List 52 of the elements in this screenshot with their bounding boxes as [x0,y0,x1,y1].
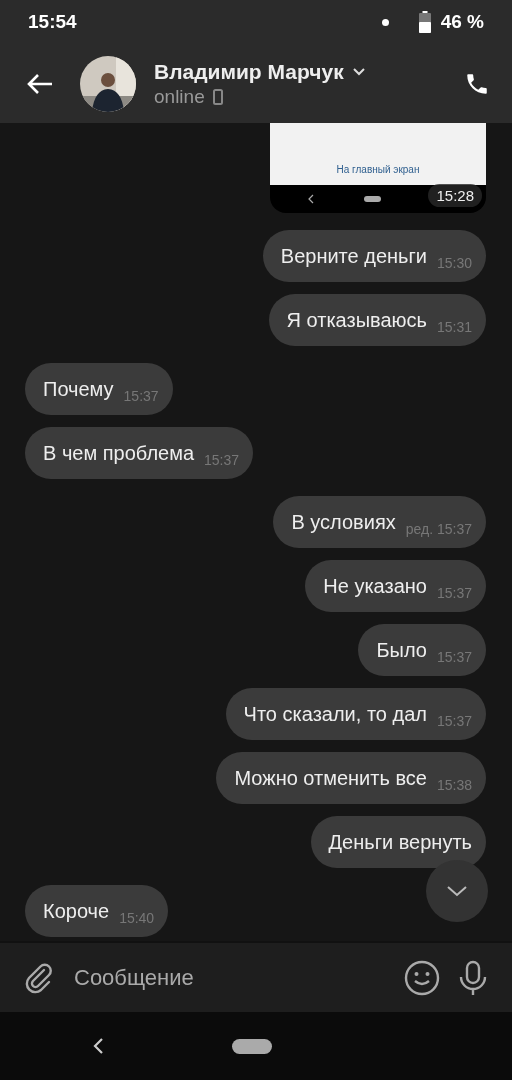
message-time: 15:31 [436,319,472,335]
chevron-down-icon [445,884,469,898]
message-time: 15:37 [436,713,472,729]
outgoing-message[interactable]: Было 15:37 [358,624,486,676]
incoming-message[interactable]: Почему 15:37 [25,363,173,415]
outgoing-message[interactable]: Что сказали, то дал 15:37 [225,688,486,740]
outgoing-message[interactable]: В условиях ред. 15:37 [273,496,486,548]
message-text: Можно отменить все [234,766,427,790]
outgoing-message[interactable]: Можно отменить все 15:38 [216,752,486,804]
outgoing-message[interactable]: Не указано 15:37 [305,560,486,612]
status-time: 15:54 [28,11,77,33]
attach-icon[interactable] [24,961,54,994]
message-time: ред. 15:37 [405,521,472,537]
message-time: 15:28 [428,184,482,207]
contact-name[interactable]: Владимир Марчук [154,59,344,84]
screenshot-button-text: На главный экран [336,164,420,175]
outgoing-message[interactable]: Верните деньги 15:30 [262,230,486,282]
back-arrow-icon[interactable] [26,71,54,96]
message-text: Короче [43,899,110,923]
message-time: 15:37 [436,649,472,665]
message-text: Верните деньги [280,244,427,268]
phone-device-icon [212,88,223,105]
incoming-message[interactable]: Короче 15:40 [25,885,169,937]
message-time: 15:37 [204,452,240,468]
message-time: 15:40 [119,910,155,926]
message-text: Не указано [323,574,427,598]
screenshot-message[interactable]: На главный экран 15:28 [270,123,486,213]
notification-dot-icon [381,18,389,26]
microphone-icon[interactable] [458,959,488,996]
presence-status: online [154,85,205,108]
message-text: Деньги вернуть [328,830,472,854]
battery-percent: 46 % [440,11,484,33]
battery-icon [418,11,431,33]
chevron-down-icon[interactable] [351,67,366,76]
back-icon [308,194,314,204]
message-text: Почему [43,377,114,401]
incoming-message[interactable]: В чем проблема 15:37 [25,427,254,479]
message-time: 15:37 [436,585,472,601]
home-button[interactable] [232,1038,272,1054]
message-time: 15:37 [123,388,159,404]
back-icon[interactable] [92,1037,104,1055]
emoji-icon[interactable] [404,959,440,996]
message-time: 15:38 [436,777,472,793]
message-text: В чем проблема [43,441,195,465]
outgoing-message[interactable]: Деньги вернуть [310,816,486,868]
home-pill-icon [364,196,381,202]
message-time: 15:30 [436,255,472,271]
message-text: Я отказываюсь [286,308,427,332]
message-text: Что сказали, то дал [243,702,427,726]
message-text: В условиях [291,510,396,534]
outgoing-message[interactable]: Я отказываюсь 15:31 [268,294,486,346]
message-text: Было [376,638,427,662]
